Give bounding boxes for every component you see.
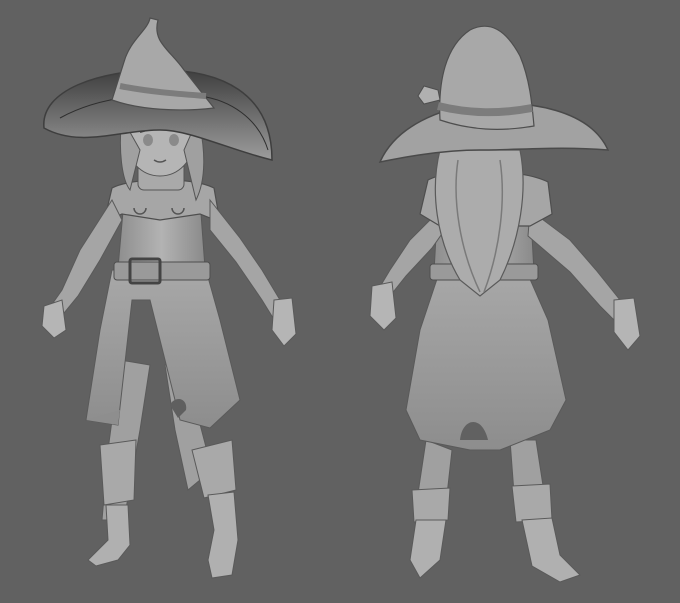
witch-model-render [41,17,641,583]
front-coat [85,269,241,429]
back-hat-bow [417,85,441,105]
back-legs [409,439,581,583]
front-view [41,17,297,579]
back-coat [405,269,567,451]
front-belt [113,261,211,281]
3d-viewport[interactable] [0,0,680,603]
back-view [369,25,641,583]
